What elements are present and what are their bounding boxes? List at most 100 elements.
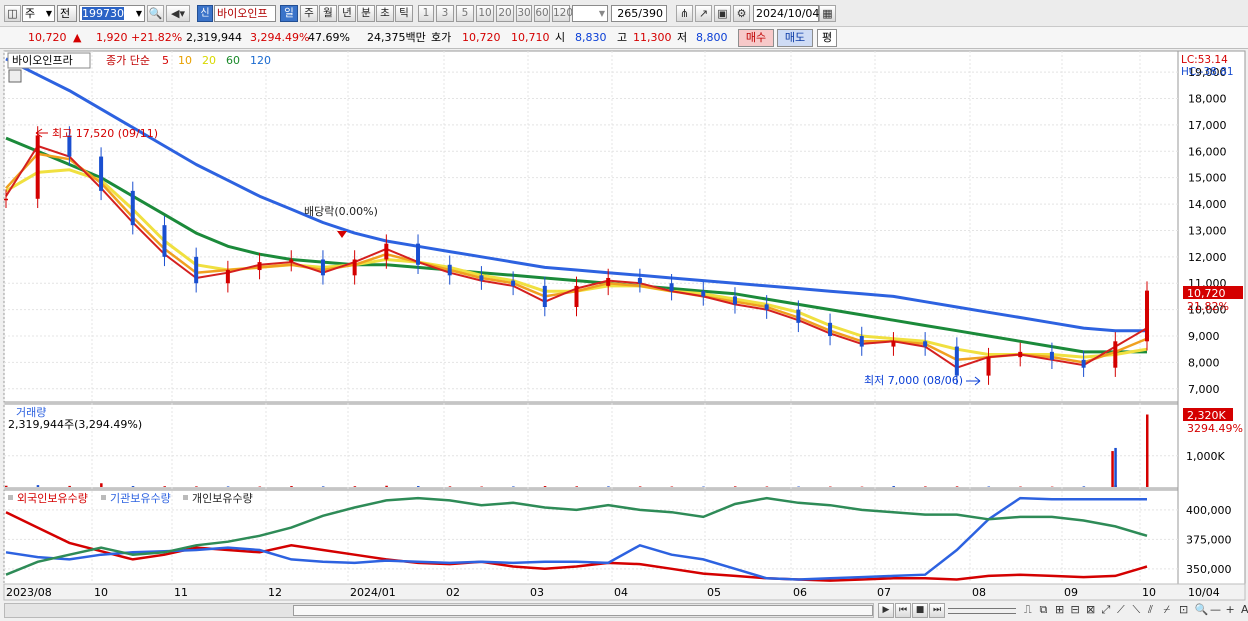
candle-body bbox=[130, 190, 135, 226]
holder-legend-2: 기관보유수량 bbox=[110, 492, 171, 505]
text-tool-icon[interactable]: A bbox=[1241, 603, 1248, 616]
price-tick-label: 16,000 bbox=[1188, 145, 1227, 158]
window-icon[interactable]: ◫ bbox=[4, 5, 21, 22]
tab-2[interactable]: 주 bbox=[300, 5, 318, 22]
interval-button-60[interactable]: 60 bbox=[534, 5, 550, 22]
draw-ray-icon[interactable]: ⟍ bbox=[1133, 603, 1141, 617]
eval-button[interactable]: 평 bbox=[817, 29, 837, 47]
horizontal-scrollbar[interactable] bbox=[4, 603, 874, 618]
tab-5[interactable]: 분 bbox=[357, 5, 375, 22]
candle-body bbox=[320, 259, 325, 276]
price-tick-label: 13,000 bbox=[1188, 224, 1227, 237]
candle-body bbox=[384, 243, 389, 260]
date-tick-label: 08 bbox=[972, 586, 986, 599]
date-tick-label: 11 bbox=[174, 586, 188, 599]
stop-icon[interactable]: ■ bbox=[912, 603, 928, 618]
date-tick-label: 03 bbox=[530, 586, 544, 599]
period-type-select[interactable]: 주 ▼ bbox=[22, 5, 55, 22]
volume-bar bbox=[1111, 451, 1114, 487]
channel-icon[interactable]: ⫽ bbox=[1148, 603, 1153, 617]
grid-icon[interactable]: ⊞ bbox=[1055, 603, 1064, 616]
interval-button-120[interactable]: 120 bbox=[552, 5, 573, 22]
volume-bar bbox=[987, 486, 991, 487]
stock-name-field[interactable]: 바이오인프 bbox=[214, 5, 276, 22]
compare-icon[interactable]: ⧉ bbox=[1040, 603, 1048, 617]
stock-chart[interactable]: 19,00018,00017,00016,00015,00014,00013,0… bbox=[0, 50, 1248, 603]
price-tick-label: 18,000 bbox=[1188, 93, 1227, 106]
price-tick-label: 8,000 bbox=[1188, 356, 1220, 369]
prev-button[interactable]: 전 bbox=[57, 5, 77, 22]
date-input[interactable]: 2024/10/04 bbox=[753, 5, 819, 22]
tab-7[interactable]: 틱 bbox=[395, 5, 413, 22]
calendar-icon[interactable]: ▦ bbox=[819, 5, 836, 22]
zoom-out-icon[interactable]: — bbox=[1210, 603, 1221, 616]
volume-bar bbox=[733, 486, 737, 487]
volume-badge-pct: 3294.49% bbox=[1187, 422, 1243, 435]
period-type-value: 주 bbox=[25, 7, 36, 20]
volume-panel[interactable] bbox=[3, 403, 1179, 489]
box-icon[interactable]: ⊡ bbox=[1179, 603, 1188, 616]
layout-icon[interactable]: ⎍ bbox=[1024, 603, 1032, 617]
date-tick-label: 02 bbox=[446, 586, 460, 599]
date-tick-label: 09 bbox=[1064, 586, 1078, 599]
interval-button-20[interactable]: 20 bbox=[496, 5, 514, 22]
scrollbar-thumb[interactable] bbox=[293, 605, 873, 616]
candle-icon[interactable]: ⋔ bbox=[676, 5, 693, 22]
volume-bar bbox=[765, 486, 769, 487]
split-icon[interactable]: ⊟ bbox=[1071, 603, 1080, 616]
first-icon[interactable]: ⏮ bbox=[895, 603, 911, 618]
high-label: 고 bbox=[617, 31, 628, 44]
ma-legend-prefix: 종가 단순 bbox=[106, 54, 150, 67]
fib-icon[interactable]: ⌿ bbox=[1164, 603, 1171, 617]
fit-icon[interactable]: ⤢ bbox=[1102, 603, 1111, 617]
interval-button-5[interactable]: 5 bbox=[456, 5, 474, 22]
table-icon[interactable] bbox=[8, 69, 22, 83]
draw-line-icon[interactable]: ⟋ bbox=[1117, 603, 1125, 617]
chevron-down-icon: ▼ bbox=[598, 9, 605, 18]
hc-label: HC:-38.81 bbox=[1181, 66, 1234, 78]
candle-body bbox=[4, 198, 8, 201]
volume-value: 2,319,944 bbox=[186, 31, 242, 44]
tab-4[interactable]: 년 bbox=[338, 5, 356, 22]
stock-code-input[interactable]: 199730 ▼ bbox=[79, 5, 145, 22]
volume-badge-value: 2,320K bbox=[1187, 409, 1226, 422]
ma-legend-5: 5 bbox=[162, 54, 169, 67]
volume-bar bbox=[448, 486, 452, 487]
indicator-icon[interactable]: ⊠ bbox=[1086, 603, 1095, 616]
interval-button-1[interactable]: 1 bbox=[418, 5, 434, 22]
volume-bar bbox=[353, 486, 357, 487]
trend-tool-icon[interactable]: ↗ bbox=[695, 5, 712, 22]
interval-button-3[interactable]: 3 bbox=[436, 5, 454, 22]
sell-button[interactable]: 매도 bbox=[777, 29, 813, 47]
trade-amount: 24,375백만 bbox=[367, 31, 426, 44]
candle-body bbox=[416, 243, 421, 265]
interval-dropdown[interactable]: ▼ bbox=[572, 5, 608, 22]
tab-6[interactable]: 초 bbox=[376, 5, 394, 22]
zoom-icon[interactable]: 🔍 bbox=[1195, 603, 1209, 616]
play-icon[interactable]: ▶ bbox=[878, 603, 894, 618]
ma-legend-60: 60 bbox=[226, 54, 240, 67]
price-panel[interactable] bbox=[3, 50, 1179, 403]
candle-body bbox=[1049, 351, 1054, 360]
open-label: 시 bbox=[555, 31, 566, 44]
last-icon[interactable]: ⏭ bbox=[929, 603, 945, 618]
buy-button[interactable]: 매수 bbox=[738, 29, 774, 47]
speaker-icon[interactable]: ◀▾ bbox=[166, 5, 190, 22]
interval-button-10[interactable]: 10 bbox=[476, 5, 494, 22]
date-tick-label: 2023/08 bbox=[6, 586, 52, 599]
zoom-slider[interactable] bbox=[948, 608, 1016, 614]
zoom-in-icon[interactable]: + bbox=[1226, 603, 1235, 616]
interval-button-30[interactable]: 30 bbox=[516, 5, 532, 22]
tab-1[interactable]: 일 bbox=[280, 5, 298, 22]
lc-label: LC:53.14 bbox=[1181, 54, 1228, 66]
candle-body bbox=[99, 156, 104, 191]
search-icon[interactable]: 🔍 bbox=[147, 5, 164, 22]
count-field[interactable]: 265/390 bbox=[611, 5, 667, 22]
legend-bullet-icon bbox=[183, 495, 188, 500]
holder-panel[interactable] bbox=[3, 489, 1179, 585]
volume-bar bbox=[385, 485, 388, 487]
tab-3[interactable]: 월 bbox=[319, 5, 337, 22]
ma-legend-120: 120 bbox=[250, 54, 271, 67]
gear-icon[interactable]: ⚙ bbox=[733, 5, 750, 22]
save-icon[interactable]: ▣ bbox=[714, 5, 731, 22]
